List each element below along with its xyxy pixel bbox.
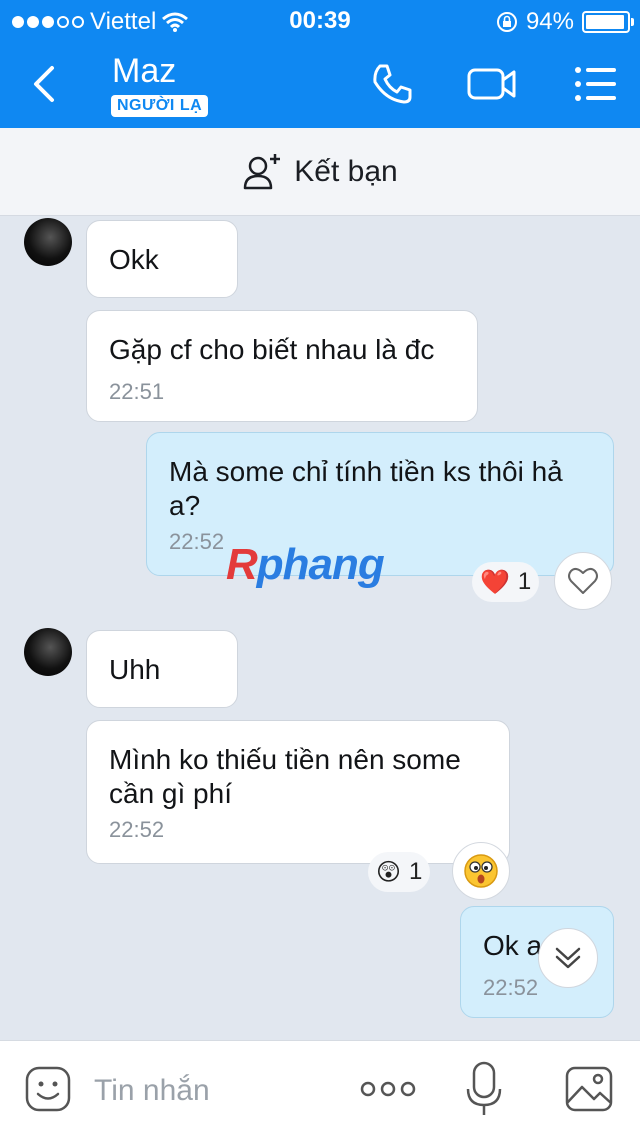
- scroll-to-bottom-button[interactable]: [538, 928, 598, 988]
- menu-icon[interactable]: [570, 58, 622, 110]
- message-input[interactable]: [94, 1071, 334, 1111]
- add-user-icon: [244, 153, 281, 189]
- contact-name[interactable]: Maz: [112, 52, 176, 91]
- message-bubble[interactable]: Uhh: [86, 630, 238, 708]
- microphone-icon[interactable]: [466, 1061, 502, 1117]
- watermark-logo: Rphang: [226, 540, 385, 589]
- reaction-count: 1: [517, 568, 532, 595]
- heart-outline-icon: [568, 567, 598, 594]
- message-input-bar: [0, 1040, 640, 1136]
- status-bar: Viettel 00:39 94%: [0, 0, 640, 40]
- message-bubble[interactable]: Okk: [86, 220, 238, 298]
- sticker-icon[interactable]: [24, 1065, 72, 1113]
- chat-header: Maz NGƯỜI LẠ: [0, 40, 640, 128]
- battery-percent: 94%: [525, 8, 574, 35]
- more-options-icon[interactable]: [360, 1079, 416, 1099]
- battery-icon: [582, 11, 634, 33]
- message-bubble[interactable]: Gặp cf cho biết nhau là đc 22:51: [86, 310, 478, 422]
- react-button[interactable]: [554, 552, 612, 610]
- reaction-count: 1: [409, 858, 423, 885]
- top-bar: Viettel 00:39 94% Maz NGƯỜI LẠ: [0, 0, 640, 128]
- add-friend-label: Kết bạn: [294, 154, 398, 188]
- add-friend-bar[interactable]: Kết bạn: [0, 128, 640, 216]
- message-time: 22:51: [109, 379, 165, 404]
- surprised-face-icon: [464, 854, 498, 888]
- phone-call-icon[interactable]: [366, 58, 418, 110]
- image-gallery-icon[interactable]: [564, 1065, 614, 1113]
- contact-avatar[interactable]: [24, 628, 72, 676]
- message-bubble[interactable]: Mình ko thiếu tiền nên some cần gì phí 2…: [86, 720, 510, 864]
- heart-reaction-icon: ❤️: [480, 568, 510, 596]
- reaction-summary[interactable]: ❤️ 1: [472, 562, 540, 602]
- double-chevron-down-icon: [555, 947, 581, 969]
- reaction-summary[interactable]: 😲 1: [368, 852, 431, 892]
- message-time: 22:52: [109, 817, 165, 842]
- react-button[interactable]: [452, 842, 510, 900]
- rotation-lock-icon: [496, 12, 517, 32]
- video-call-icon[interactable]: [466, 58, 518, 110]
- stranger-badge: NGƯỜI LẠ: [111, 95, 209, 117]
- back-arrow-icon[interactable]: [26, 62, 66, 106]
- surprised-reaction-icon: 😲: [376, 858, 402, 886]
- contact-avatar[interactable]: [24, 218, 72, 266]
